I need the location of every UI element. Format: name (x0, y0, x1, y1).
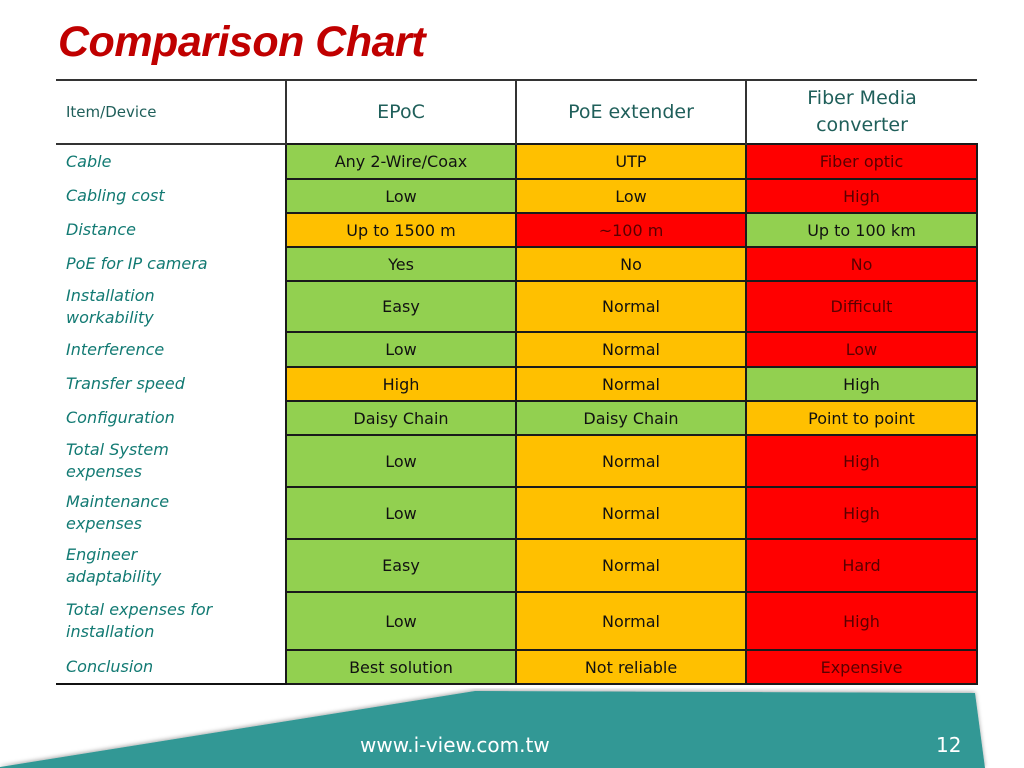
table-row: Maintenance expenses Low Normal High (56, 486, 978, 540)
cell-poe-extender: ~100 m (515, 212, 747, 248)
row-label: Cable (66, 152, 112, 171)
cell-epoc: Any 2-Wire/Coax (285, 143, 517, 180)
cell-epoc: Up to 1500 m (285, 212, 517, 248)
table-row: Total expenses for installation Low Normal… (56, 591, 978, 651)
row-label: PoE for IP camera (66, 254, 208, 273)
table-row: PoE for IP camera Yes No No (56, 246, 978, 282)
row-label: Interference (66, 339, 165, 359)
table-row: Installation workability Easy Normal Diffic… (56, 280, 978, 333)
cell-epoc: Low (285, 178, 517, 214)
comparison-table: Item/Device EPoC PoE extender Fiber Medi… (56, 79, 978, 685)
header-epoc: EPoC (285, 80, 516, 144)
cell-fiber-media-converter: Fiber optic (745, 143, 978, 180)
slide-title: Comparison Chart (58, 18, 426, 66)
cell-fiber-media-converter: Point to point (745, 400, 978, 436)
cell-fiber-media-converter: High (745, 178, 978, 214)
cell-poe-extender: Normal (515, 331, 747, 368)
row-label: Transfer speed (66, 374, 185, 393)
row-label: Cabling cost (66, 186, 165, 205)
cell-fiber-media-converter: Difficult (745, 280, 978, 333)
cell-fiber-media-converter: High (745, 434, 978, 488)
cell-epoc: Low (285, 591, 517, 651)
cell-fiber-media-converter: High (745, 366, 978, 402)
row-label: Installation workability (66, 285, 155, 327)
cell-fiber-media-converter: Low (745, 331, 978, 368)
cell-epoc: High (285, 366, 517, 402)
cell-fiber-media-converter: Expensive (745, 649, 978, 685)
cell-epoc: Low (285, 331, 517, 368)
cell-epoc: Yes (285, 246, 517, 282)
cell-poe-extender: Not reliable (515, 649, 747, 685)
header-fiber-text: Fiber Media converter (807, 87, 917, 136)
header-fiber-media-converter: Fiber Media converter (745, 80, 977, 144)
header-item-device: Item/Device (66, 102, 157, 121)
row-label: Distance (66, 220, 136, 239)
header-poe-extender: PoE extender (515, 80, 746, 144)
cell-poe-extender: Normal (515, 280, 747, 333)
cell-epoc: Easy (285, 538, 517, 593)
row-label: Total System expenses (66, 440, 169, 481)
cell-epoc: Daisy Chain (285, 400, 517, 436)
page-number: 12 (936, 733, 962, 757)
row-label: Conclusion (56, 650, 286, 685)
row-label: Configuration (66, 408, 175, 427)
cell-poe-extender: Normal (515, 434, 747, 488)
row-label: Maintenance expenses (66, 492, 170, 533)
table-row: Engineer adaptability Easy Normal Hard (56, 538, 978, 593)
table-row: Total System expenses Low Normal High (56, 434, 978, 488)
cell-fiber-media-converter: High (745, 591, 978, 651)
cell-poe-extender: Normal (515, 538, 747, 593)
table-row: Cable Any 2-Wire/Coax UTP Fiber optic (56, 143, 978, 180)
row-label: Engineer adaptability (66, 544, 162, 586)
table-row: Transfer speed High Normal High (56, 366, 978, 402)
cell-epoc: Best solution (285, 649, 517, 685)
cell-poe-extender: UTP (515, 143, 747, 180)
cell-poe-extender: Low (515, 178, 747, 214)
table-row: Conclusion Best solution Not reliable Expen… (56, 649, 978, 685)
cell-poe-extender: Normal (515, 591, 747, 651)
cell-fiber-media-converter: High (745, 486, 978, 540)
table-row: Cabling cost Low Low High (56, 178, 978, 214)
table-row: Configuration Daisy Chain Daisy Chain Point… (56, 400, 978, 436)
row-label: Total expenses for installation (66, 600, 213, 641)
cell-poe-extender: Normal (515, 486, 747, 540)
cell-fiber-media-converter: No (745, 246, 978, 282)
header-row: Item/Device EPoC PoE extender Fiber Medi… (56, 80, 977, 144)
cell-fiber-media-converter: Up to 100 km (745, 212, 978, 248)
table-row: Interference Low Normal Low (56, 331, 978, 368)
cell-epoc: Low (285, 434, 517, 488)
cell-poe-extender: Daisy Chain (515, 400, 747, 436)
footer-url[interactable]: www.i-view.com.tw (360, 733, 550, 757)
cell-fiber-media-converter: Hard (745, 538, 978, 593)
cell-poe-extender: Normal (515, 366, 747, 402)
cell-epoc: Easy (285, 280, 517, 333)
cell-epoc: Low (285, 486, 517, 540)
cell-poe-extender: No (515, 246, 747, 282)
table-row: Distance Up to 1500 m ~100 m Up to 100 km (56, 212, 978, 248)
